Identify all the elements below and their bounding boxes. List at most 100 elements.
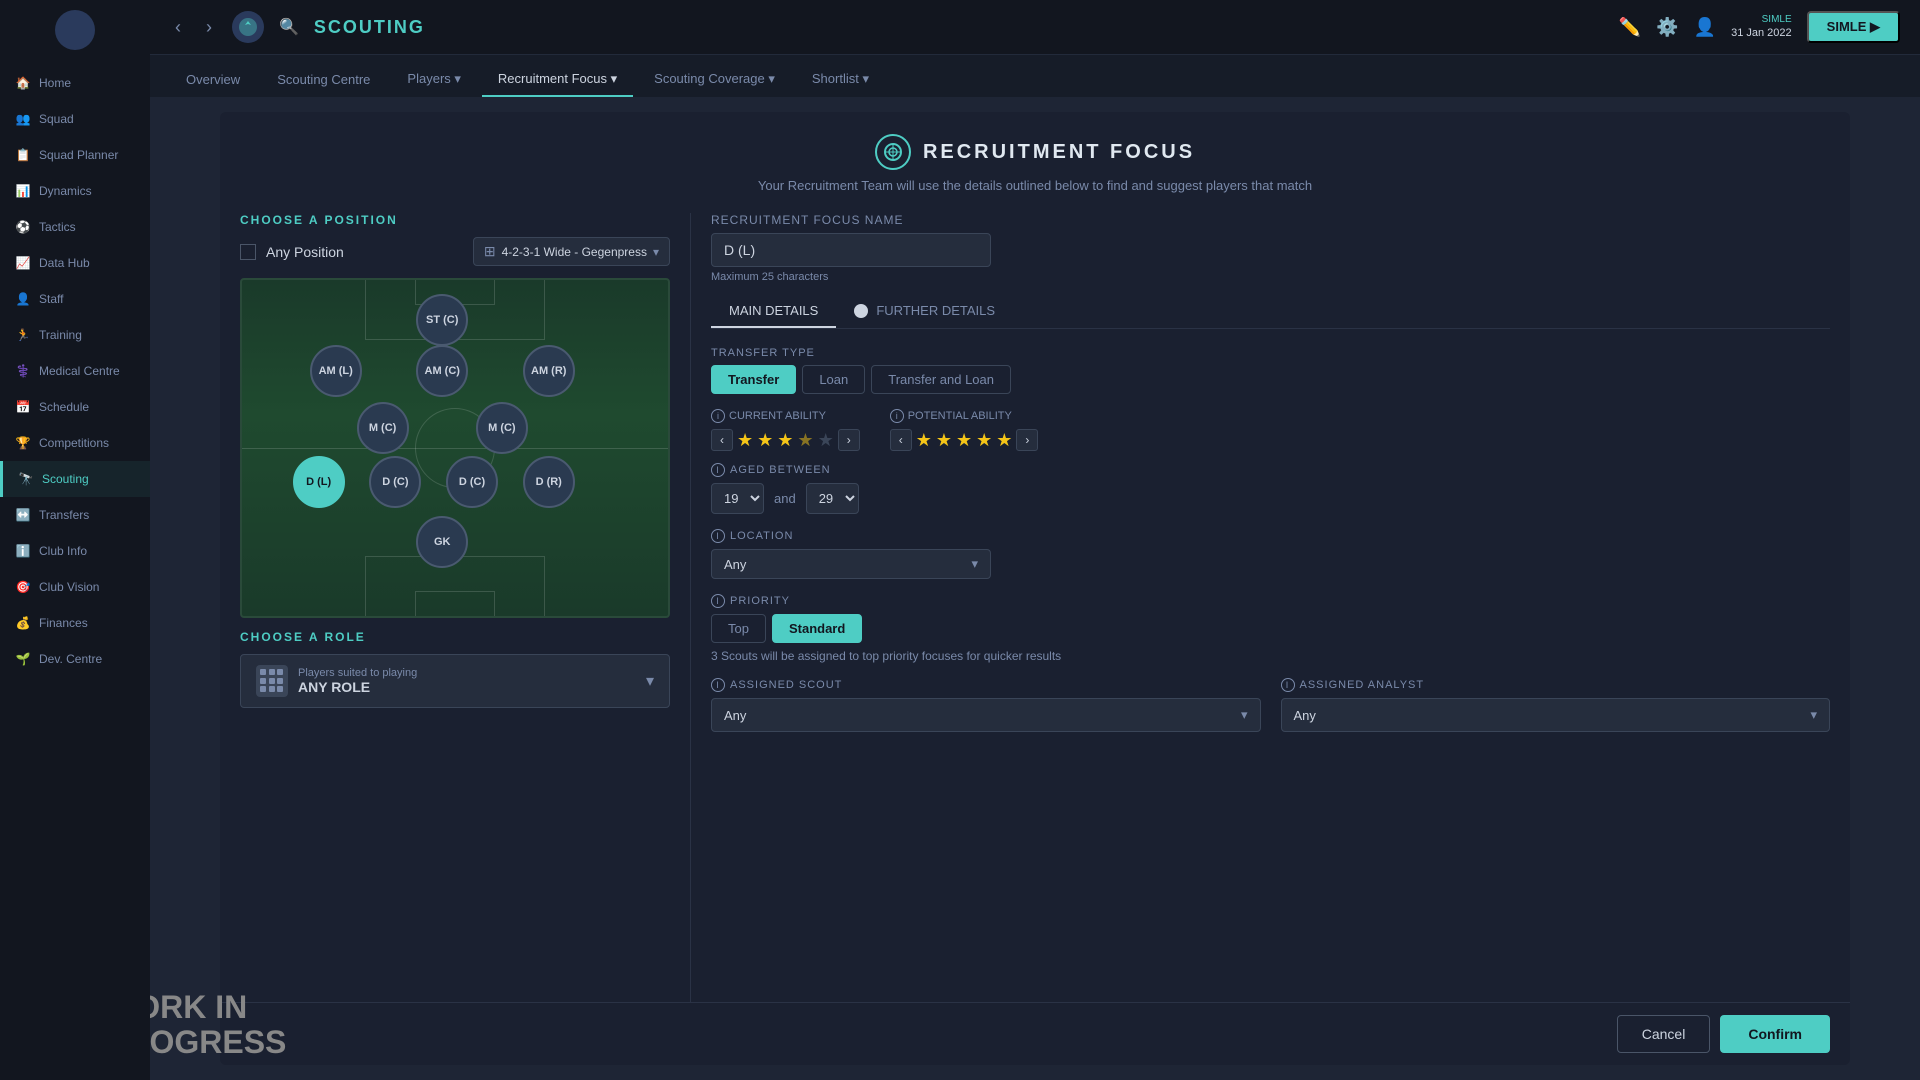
priority-info-icon[interactable]: i <box>711 594 725 608</box>
sidebar-item-staff[interactable]: 👤 Staff <box>0 281 150 317</box>
sidebar-item-schedule[interactable]: 📅 Schedule <box>0 389 150 425</box>
continue-button[interactable]: SIMLE ▶ <box>1807 11 1900 43</box>
tab-scouting-coverage[interactable]: Scouting Coverage ▾ <box>638 63 791 97</box>
tab-recruitment-focus[interactable]: Recruitment Focus ▾ <box>482 63 633 97</box>
any-position-checkbox[interactable] <box>240 244 256 260</box>
nav-back-button[interactable]: ‹ <box>170 12 186 43</box>
scout-info-icon[interactable]: i <box>711 678 725 692</box>
sidebar-item-dynamics[interactable]: 📊 Dynamics <box>0 173 150 209</box>
role-dropdown[interactable]: Players suited to playing ANY ROLE ▾ <box>240 654 670 708</box>
location-dropdown[interactable]: Any ▾ <box>711 549 991 579</box>
assigned-scout-col: i ASSIGNED SCOUT Any ▾ <box>711 678 1261 732</box>
current-ability-col: i CURRENT ABILITY ‹ ★ ★ ★ ★ ★ › <box>711 409 860 451</box>
priority-top-btn[interactable]: Top <box>711 614 766 643</box>
position-btn-amc[interactable]: AM (C) <box>416 345 468 397</box>
sidebar-item-squad-planner[interactable]: 📋 Squad Planner <box>0 137 150 173</box>
rf-body: CHOOSE A POSITION Any Position ⊞ 4-2-3-1… <box>220 203 1850 1002</box>
sidebar-item-transfers[interactable]: ↔️ Transfers <box>0 497 150 533</box>
sidebar-item-medical[interactable]: ⚕️ Medical Centre <box>0 353 150 389</box>
tab-overview[interactable]: Overview <box>170 64 256 97</box>
aged-between-info-icon[interactable]: i <box>711 463 725 477</box>
sidebar-item-label: Training <box>39 328 82 342</box>
rf-footer: Cancel Confirm <box>220 1002 1850 1065</box>
star-3: ★ <box>777 430 793 451</box>
sidebar-item-label: Home <box>39 76 71 90</box>
tab-main-details[interactable]: MAIN DETAILS <box>711 295 836 328</box>
sidebar-item-tactics[interactable]: ⚽ Tactics <box>0 209 150 245</box>
position-btn-aml[interactable]: AM (L) <box>310 345 362 397</box>
sidebar-item-clubinfo[interactable]: ℹ️ Club Info <box>0 533 150 569</box>
tab-shortlist[interactable]: Shortlist ▾ <box>796 63 885 97</box>
clubinfo-icon: ℹ️ <box>15 543 31 559</box>
scout-dropdown[interactable]: Any ▾ <box>711 698 1261 732</box>
squad-icon: 👥 <box>15 111 31 127</box>
role-section: CHOOSE A ROLE <box>240 630 670 708</box>
priority-note: 3 Scouts will be assigned to top priorit… <box>711 649 1830 663</box>
right-panel: RECRUITMENT FOCUS NAME Maximum 25 charac… <box>690 213 1830 1002</box>
min-age-select[interactable]: 19 202122 <box>711 483 764 514</box>
cancel-button[interactable]: Cancel <box>1617 1015 1711 1053</box>
current-ability-prev[interactable]: ‹ <box>711 429 733 451</box>
position-btn-dc1[interactable]: D (C) <box>369 456 421 508</box>
formation-dropdown[interactable]: ⊞ 4-2-3-1 Wide - Gegenpress ▾ <box>473 237 670 266</box>
sidebar-item-competitions[interactable]: 🏆 Competitions <box>0 425 150 461</box>
priority-standard-btn[interactable]: Standard <box>772 614 862 643</box>
priority-buttons: Top Standard <box>711 614 1830 643</box>
current-ability-info-icon[interactable]: i <box>711 409 725 423</box>
location-info-icon[interactable]: i <box>711 529 725 543</box>
position-btn-mc1[interactable]: M (C) <box>357 402 409 454</box>
football-pitch: ST (C) AM (L) AM (C) AM (R) M (C) M (C) … <box>240 278 670 618</box>
star-4: ★ <box>797 430 813 451</box>
potential-ability-prev[interactable]: ‹ <box>890 429 912 451</box>
nav-forward-button[interactable]: › <box>201 12 217 43</box>
choose-position-label: CHOOSE A POSITION <box>240 213 670 227</box>
ability-row: i CURRENT ABILITY ‹ ★ ★ ★ ★ ★ › <box>711 409 1830 451</box>
transfer-btn[interactable]: Transfer <box>711 365 796 394</box>
position-btn-dc2[interactable]: D (C) <box>446 456 498 508</box>
edit-icon[interactable]: ✏️ <box>1619 17 1641 38</box>
tab-scouting-centre[interactable]: Scouting Centre <box>261 64 386 97</box>
further-details-dot <box>854 304 868 318</box>
user-icon[interactable]: 👤 <box>1694 17 1716 38</box>
sidebar-item-finances[interactable]: 💰 Finances <box>0 605 150 641</box>
sidebar-item-squad[interactable]: 👥 Squad <box>0 101 150 137</box>
current-ability-next[interactable]: › <box>838 429 860 451</box>
sidebar-item-training[interactable]: 🏃 Training <box>0 317 150 353</box>
position-btn-dr[interactable]: D (R) <box>523 456 575 508</box>
sidebar-item-clubvision[interactable]: 🎯 Club Vision <box>0 569 150 605</box>
location-section: i LOCATION Any ▾ <box>711 529 1830 579</box>
sidebar-item-label: Tactics <box>39 220 76 234</box>
confirm-button[interactable]: Confirm <box>1720 1015 1830 1053</box>
focus-name-input[interactable] <box>711 233 991 267</box>
chevron-down-icon: ▾ <box>653 245 659 259</box>
position-btn-stc[interactable]: ST (C) <box>416 294 468 346</box>
role-sub-text: Players suited to playing <box>298 667 636 679</box>
max-age-select[interactable]: 29 303132 <box>806 483 859 514</box>
position-btn-mc2[interactable]: M (C) <box>476 402 528 454</box>
sidebar-item-devcentre[interactable]: 🌱 Dev. Centre <box>0 641 150 677</box>
settings-icon[interactable]: ⚙️ <box>1656 17 1678 38</box>
analyst-dropdown[interactable]: Any ▾ <box>1281 698 1831 732</box>
transfer-type-section: TRANSFER TYPE Transfer Loan Transfer and… <box>711 347 1830 394</box>
sidebar-item-datahub[interactable]: 📈 Data Hub <box>0 245 150 281</box>
tab-further-details[interactable]: FURTHER DETAILS <box>836 295 1013 328</box>
aged-between-section: i AGED BETWEEN 19 202122 and 29 303132 <box>711 463 1830 514</box>
position-btn-dl[interactable]: D (L) <box>293 456 345 508</box>
sidebar-item-scouting[interactable]: 🔭 Scouting <box>0 461 150 497</box>
position-btn-gk[interactable]: GK <box>416 516 468 568</box>
focus-name-label: RECRUITMENT FOCUS NAME <box>711 213 1830 227</box>
sidebar-item-label: Dynamics <box>39 184 92 198</box>
loan-btn[interactable]: Loan <box>802 365 865 394</box>
analyst-info-icon[interactable]: i <box>1281 678 1295 692</box>
potential-ability-next[interactable]: › <box>1016 429 1038 451</box>
transfer-and-loan-btn[interactable]: Transfer and Loan <box>871 365 1011 394</box>
star-2: ★ <box>757 430 773 451</box>
search-icon[interactable]: 🔍 <box>279 17 299 37</box>
sidebar-item-home[interactable]: 🏠 Home <box>0 65 150 101</box>
potential-ability-stars: ‹ ★ ★ ★ ★ ★ › <box>890 429 1039 451</box>
potential-ability-info-icon[interactable]: i <box>890 409 904 423</box>
priority-section: i PRIORITY Top Standard 3 Scouts will be… <box>711 594 1830 663</box>
position-btn-amr[interactable]: AM (R) <box>523 345 575 397</box>
tab-players[interactable]: Players ▾ <box>391 63 477 97</box>
datahub-icon: 📈 <box>15 255 31 271</box>
